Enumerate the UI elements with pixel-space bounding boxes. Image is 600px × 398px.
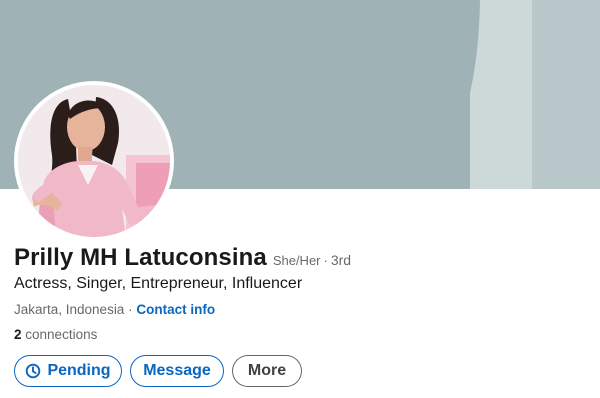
location-row: Jakarta, Indonesia · Contact info <box>14 302 215 317</box>
profile-pronouns: She/Her <box>272 253 321 268</box>
more-button[interactable]: More <box>232 355 302 387</box>
profile-location: Jakarta, Indonesia <box>14 302 125 317</box>
profile-card: Prilly MH Latuconsina She/Her · 3rd Actr… <box>0 0 600 398</box>
connections-row[interactable]: 2 connections <box>14 327 97 342</box>
message-button[interactable]: Message <box>130 355 224 387</box>
pending-label: Pending <box>47 362 111 379</box>
name-row: Prilly MH Latuconsina She/Her · 3rd <box>14 244 351 272</box>
pending-button[interactable]: Pending <box>14 355 122 387</box>
more-label: More <box>247 362 287 379</box>
name-separator: · <box>323 253 328 268</box>
profile-photo[interactable] <box>14 81 174 241</box>
connections-count: 2 <box>14 327 22 342</box>
profile-headline: Actress, Singer, Entrepreneur, Influence… <box>14 275 303 292</box>
contact-info-link[interactable]: Contact info <box>136 302 215 317</box>
profile-name: Prilly MH Latuconsina <box>14 244 267 271</box>
clock-icon <box>25 363 41 379</box>
profile-actions: Pending Message More <box>14 355 302 387</box>
message-label: Message <box>143 362 211 379</box>
connections-label: connections <box>25 327 98 342</box>
connection-degree: 3rd <box>330 252 352 268</box>
